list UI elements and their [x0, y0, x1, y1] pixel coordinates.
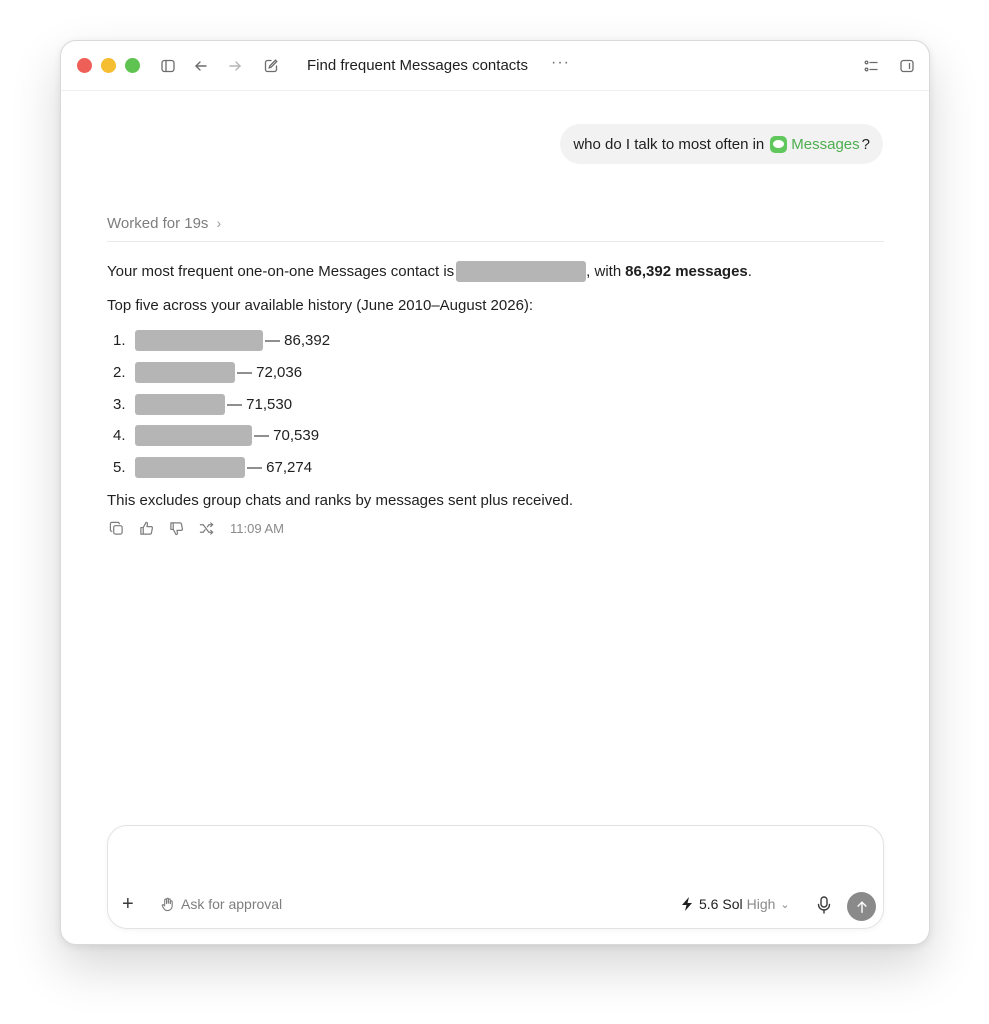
minimize-window-button[interactable] [101, 58, 116, 73]
thumbs-down-icon[interactable] [167, 519, 185, 537]
approval-mode-button[interactable]: Ask for approval [160, 896, 282, 912]
user-message-suffix: ? [861, 135, 870, 153]
list-item: 4. — 70,539 [113, 425, 319, 446]
chevron-down-icon: ⌄ [780, 898, 790, 911]
list-item: 5. — 67,274 [113, 457, 312, 478]
worked-for-toggle[interactable]: Worked for 19s › [107, 215, 884, 242]
forward-arrow-icon[interactable] [225, 56, 245, 76]
app-window: Find frequent Messages contacts ··· who … [60, 40, 930, 945]
window-title: Find frequent Messages contacts [307, 57, 528, 74]
list-item-count: — 70,539 [254, 426, 320, 444]
redacted-contact-name [135, 394, 225, 415]
list-item-number: 5. [113, 458, 126, 476]
list-item: 2. — 72,036 [113, 362, 302, 383]
messages-app-icon [770, 135, 788, 153]
microphone-icon[interactable] [816, 896, 832, 914]
answer-intro: Your most frequent one-on-one Messages c… [107, 261, 752, 282]
message-actions: 11:09 AM [107, 519, 284, 537]
message-timestamp: 11:09 AM [230, 520, 284, 536]
model-name: 5.6 Sol [699, 896, 743, 912]
new-chat-compose-icon[interactable] [261, 56, 281, 76]
title-bar: Find frequent Messages contacts ··· [61, 41, 929, 91]
list-item-number: 1. [113, 331, 126, 349]
answer-intro-mid: , with [586, 262, 622, 280]
right-panel-toggle-icon[interactable] [897, 56, 917, 76]
list-item-number: 3. [113, 395, 126, 413]
redacted-contact-name [456, 261, 587, 282]
list-item-number: 4. [113, 426, 126, 444]
hand-icon [161, 897, 173, 911]
zoom-window-button[interactable] [125, 58, 140, 73]
list-item-count: — 86,392 [265, 331, 331, 349]
close-window-button[interactable] [77, 58, 92, 73]
message-composer[interactable]: + Ask for approval 5.6 Sol High ⌄ [107, 825, 884, 929]
list-item: 3. — 71,530 [113, 394, 292, 415]
reasoning-effort: High [746, 896, 776, 912]
answer-intro-end: . [747, 262, 752, 280]
thumbs-up-icon[interactable] [137, 519, 155, 537]
top-five-heading: Top five across your available history (… [107, 297, 534, 314]
model-selector[interactable]: 5.6 Sol High ⌄ [681, 896, 790, 912]
approval-mode-label: Ask for approval [181, 896, 283, 912]
checklist-icon[interactable] [861, 56, 881, 76]
add-attachment-button[interactable]: + [122, 894, 134, 914]
sidebar-toggle-icon[interactable] [158, 56, 178, 76]
redacted-contact-name [135, 330, 263, 351]
more-options-icon[interactable]: ··· [551, 54, 570, 72]
list-item-count: — 72,036 [237, 363, 303, 381]
redacted-contact-name [135, 362, 235, 383]
chevron-right-icon: › [216, 215, 222, 231]
answer-intro-count: 86,392 messages [625, 262, 748, 280]
redacted-contact-name [135, 457, 245, 478]
send-button[interactable] [847, 892, 876, 921]
list-item: 1. — 86,392 [113, 330, 330, 351]
arrow-up-icon [856, 900, 867, 913]
answer-intro-text: Your most frequent one-on-one Messages c… [107, 262, 455, 280]
user-message-bubble: who do I talk to most often in Messages … [560, 124, 883, 164]
list-item-number: 2. [113, 363, 126, 381]
redacted-contact-name [135, 425, 252, 446]
worked-for-label: Worked for 19s [107, 215, 209, 232]
fork-branch-icon[interactable] [197, 519, 215, 537]
back-arrow-icon[interactable] [191, 56, 211, 76]
user-message-text: who do I talk to most often in [573, 135, 765, 153]
list-item-count: — 71,530 [227, 395, 293, 413]
messages-app-mention[interactable]: Messages [791, 136, 859, 153]
list-item-count: — 67,274 [247, 458, 313, 476]
lightning-bolt-icon [682, 897, 692, 911]
copy-icon[interactable] [107, 519, 125, 537]
answer-footnote: This excludes group chats and ranks by m… [107, 492, 574, 509]
